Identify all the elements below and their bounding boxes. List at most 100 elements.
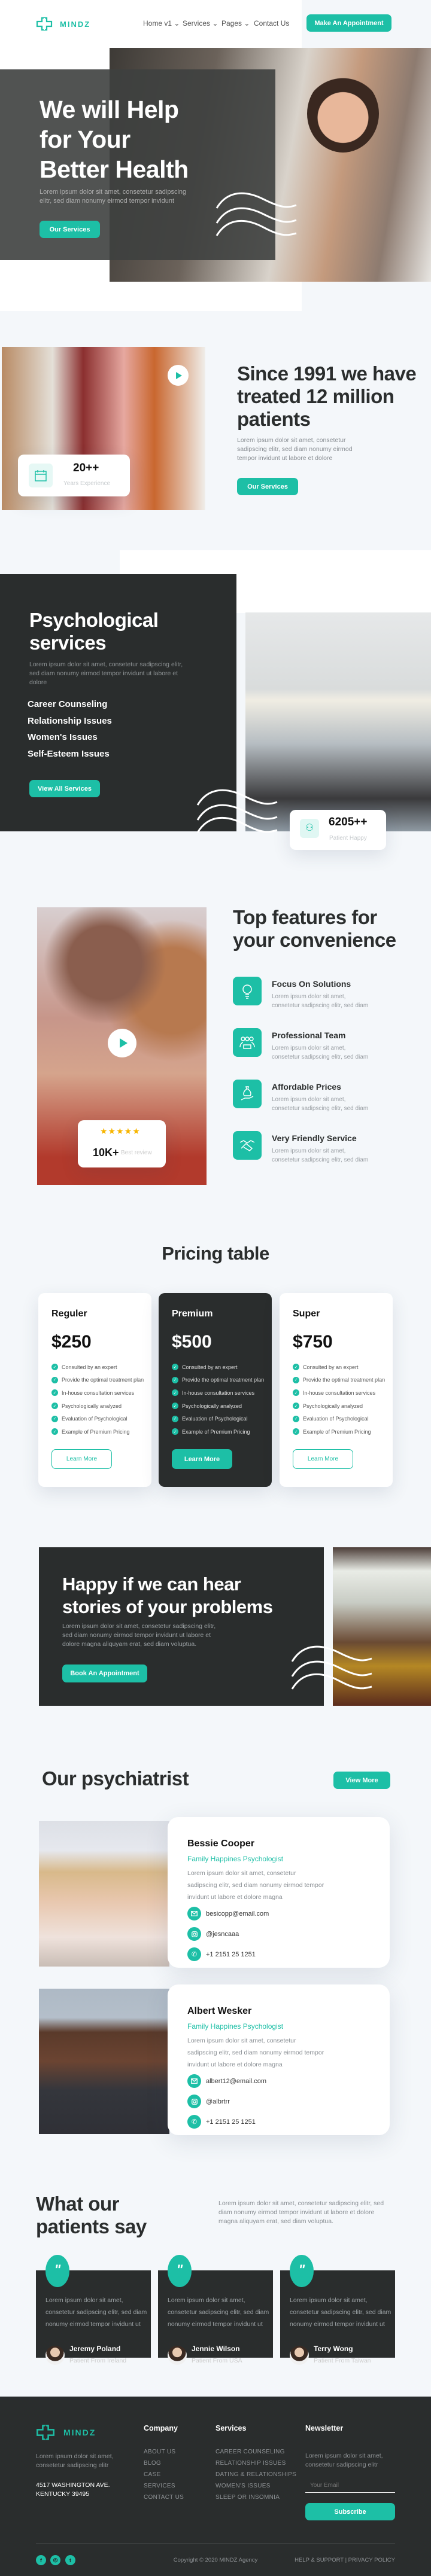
play-video-button[interactable] xyxy=(108,1029,136,1057)
brand-name: MINDZ xyxy=(63,2428,96,2437)
plan-feature: ✓ In-house consultation services xyxy=(293,1386,385,1400)
feature-text: Lorem ipsum dolor sit amet, consetetur s… xyxy=(272,993,369,1009)
check-icon: ✓ xyxy=(293,1364,299,1371)
plan-features: ✓ Consulted by an expert ✓ Provide the opti… xyxy=(293,1361,385,1438)
team-icon xyxy=(233,1028,262,1057)
footer-link[interactable]: CAREER COUNSELING xyxy=(216,2449,296,2460)
plan-feature: ✓ In-house consultation services xyxy=(51,1386,144,1400)
check-icon: ✓ xyxy=(293,1376,299,1383)
footer-link[interactable]: ABOUT US xyxy=(144,2449,184,2460)
stat-label: Patient Happy xyxy=(329,835,367,842)
feature-title: Professional Team xyxy=(272,1031,346,1040)
plan-feature: ✓ Psychologically analyzed xyxy=(172,1400,264,1413)
footer-link[interactable]: BLOG xyxy=(144,2460,184,2471)
features-title: Top features for your convenience xyxy=(233,906,396,951)
plan-feature: ✓ Example of Premium Pricing xyxy=(51,1425,144,1438)
subscribe-button[interactable]: Subscribe xyxy=(305,2503,395,2520)
experience-stat-card: 20++ Years Experience xyxy=(18,455,130,496)
feature-text: Lorem ipsum dolor sit amet, consetetur s… xyxy=(272,1096,369,1112)
footer-link[interactable]: SERVICES xyxy=(144,2483,184,2494)
testimonial-text: Lorem ipsum dolor sit amet, consetetur s… xyxy=(45,2297,147,2328)
about-title: Since 1991 we have treated 12 million pati… xyxy=(237,362,417,430)
service-item[interactable]: Women's Issues xyxy=(28,729,112,746)
feature-focus-on-solutions: Focus On Solutions Lorem ipsum dolor sit … xyxy=(233,977,412,1013)
check-icon: ✓ xyxy=(172,1364,178,1371)
newsletter-heading: Newsletter xyxy=(305,2424,344,2432)
hero-text: Lorem ipsum dolor sit amet, consetetur s… xyxy=(40,188,187,205)
instagram-contact[interactable]: @jesncaaa xyxy=(187,1927,239,1941)
check-icon: ✓ xyxy=(293,1428,299,1435)
make-appointment-button[interactable]: Make An Appointment xyxy=(306,14,391,32)
services-list: Career Counseling Relationship Issues Wo… xyxy=(28,696,112,763)
psychiatrist-name: Bessie Cooper xyxy=(187,1839,255,1849)
view-more-button[interactable]: View More xyxy=(333,1772,390,1789)
service-item[interactable]: Relationship Issues xyxy=(28,713,112,730)
learn-more-button[interactable]: Learn More xyxy=(293,1449,353,1469)
patient-origin: Patient From Taiwan xyxy=(314,2357,371,2364)
view-all-services-button[interactable]: View All Services xyxy=(29,780,100,797)
nav-home[interactable]: Home v1 ⌄ xyxy=(143,19,180,28)
footer-link[interactable]: SLEEP OR INSOMNIA xyxy=(216,2494,296,2505)
avatar xyxy=(45,2346,65,2365)
check-icon: ✓ xyxy=(293,1415,299,1422)
rating-label: Best review xyxy=(121,1150,152,1156)
plan-price: $250 xyxy=(51,1332,92,1352)
wave-decoration xyxy=(291,1645,372,1690)
nav-contact[interactable]: Contact Us xyxy=(254,19,289,28)
psychiatrist-role: Family Happines Psychologist xyxy=(187,1855,284,1863)
psychiatrist-role: Family Happines Psychologist xyxy=(187,2022,284,2031)
pricing-title: Pricing table xyxy=(162,1243,269,1264)
medical-cross-icon xyxy=(36,17,53,31)
legal-links[interactable]: HELP & SUPPORT | PRIVACY POLICY xyxy=(287,2557,395,2563)
book-appointment-button[interactable]: Book An Appointment xyxy=(62,1665,147,1682)
footer-text: Lorem ipsum dolor sit amet, consetetur s… xyxy=(36,2453,114,2469)
play-icon xyxy=(176,371,182,379)
learn-more-button[interactable]: Learn More xyxy=(51,1449,112,1469)
rating-value: 10K+ xyxy=(93,1147,119,1159)
plan-price: $750 xyxy=(293,1332,333,1352)
nav-services[interactable]: Services ⌄ xyxy=(183,19,218,28)
plan-name: Reguler xyxy=(51,1309,87,1319)
about-our-services-button[interactable]: Our Services xyxy=(237,478,298,495)
logo[interactable]: MINDZ xyxy=(36,17,90,31)
footer-link[interactable]: RELATIONSHIP ISSUES xyxy=(216,2460,296,2471)
newsletter-email-input[interactable] xyxy=(305,2479,395,2493)
feature-title: Very Friendly Service xyxy=(272,1133,357,1143)
play-video-button[interactable] xyxy=(168,365,189,386)
service-item[interactable]: Career Counseling xyxy=(28,696,112,713)
hero-our-services-button[interactable]: Our Services xyxy=(40,221,100,238)
check-icon: ✓ xyxy=(293,1403,299,1410)
service-item[interactable]: Self-Esteem Issues xyxy=(28,746,112,763)
instagram-icon xyxy=(187,1927,201,1941)
services-links: CAREER COUNSELING RELATIONSHIP ISSUES DATI… xyxy=(216,2449,296,2505)
learn-more-button[interactable]: Learn More xyxy=(172,1449,232,1469)
psychiatrist-photo xyxy=(39,1821,169,1967)
footer-link[interactable]: CASE xyxy=(144,2471,184,2483)
plan-name: Premium xyxy=(172,1309,213,1319)
email-icon xyxy=(187,2074,201,2088)
footer-link[interactable]: WOMEN'S ISSUES xyxy=(216,2483,296,2494)
instagram-contact[interactable]: @albrtrr xyxy=(187,2095,230,2108)
five-star-rating: ★★★★★ xyxy=(100,1126,141,1136)
check-icon: ✓ xyxy=(172,1389,178,1397)
plan-feature: ✓ Consulted by an expert xyxy=(51,1361,144,1374)
email-contact[interactable]: albert12@email.com xyxy=(187,2074,266,2088)
feature-affordable-prices: Affordable Prices Lorem ipsum dolor sit a… xyxy=(233,1080,412,1115)
plan-feature: ✓ Provide the optimal treatment plan xyxy=(51,1374,144,1387)
phone-contact[interactable]: ✆ +1 2151 25 1251 xyxy=(187,1947,256,1961)
services-text: Lorem ipsum dolor sit amet, consetetur s… xyxy=(29,661,183,686)
plan-feature: ✓ Provide the optimal treatment plan xyxy=(172,1374,264,1387)
testimonial-text: Lorem ipsum dolor sit amet, consetetur s… xyxy=(290,2297,391,2328)
patients-stat-card: ⚇ 6205++ Patient Happy xyxy=(290,810,386,850)
testimonials-text: Lorem ipsum dolor sit amet, consetetur s… xyxy=(218,2200,384,2225)
footer-link[interactable]: CONTACT US xyxy=(144,2494,184,2505)
footer-logo[interactable]: MINDZ xyxy=(36,2424,96,2441)
nav-pages[interactable]: Pages ⌄ xyxy=(221,19,250,28)
footer-link[interactable]: DATING & RELATIONSHIPS xyxy=(216,2471,296,2483)
pricing-card-super: Super $750 ✓ Consulted by an expert ✓ Provide… xyxy=(280,1293,393,1487)
plan-feature: ✓ Example of Premium Pricing xyxy=(172,1425,264,1438)
handshake-icon xyxy=(233,1131,262,1160)
phone-contact[interactable]: ✆ +1 2151 25 1251 xyxy=(187,2115,256,2129)
email-icon xyxy=(187,1907,201,1920)
email-contact[interactable]: besicopp@email.com xyxy=(187,1907,269,1920)
